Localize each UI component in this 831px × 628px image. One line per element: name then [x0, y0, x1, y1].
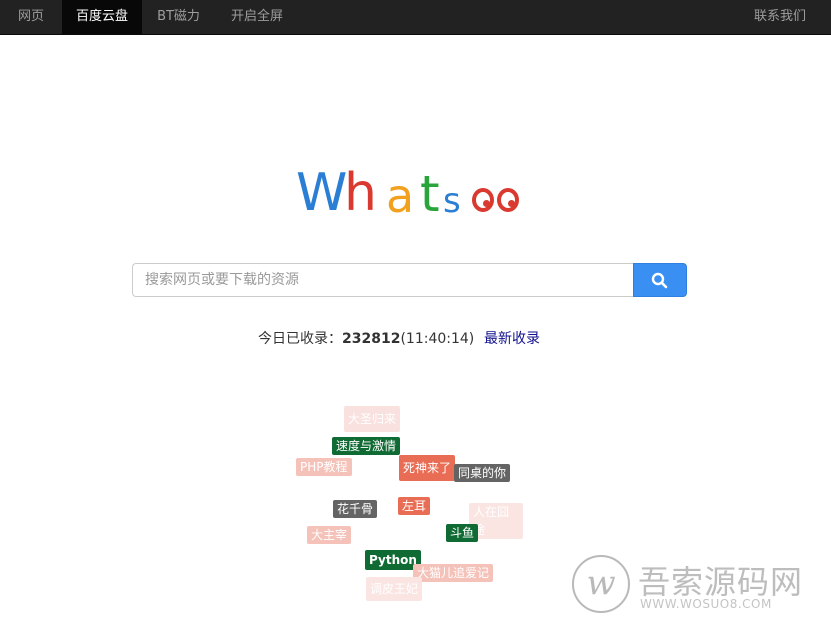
tag-item[interactable]: 死神来了 — [399, 455, 456, 481]
watermark: w 吾索源码网 WWW.WOSUO8.COM — [572, 555, 822, 615]
tag-item[interactable]: 斗鱼 — [446, 524, 479, 542]
search-button[interactable] — [633, 263, 687, 297]
watermark-url: WWW.WOSUO8.COM — [640, 597, 772, 611]
nav-item-baidu-pan[interactable]: 百度云盘 — [62, 0, 142, 34]
logo-eye-right-icon — [497, 188, 519, 212]
tag-item[interactable]: 大猫儿追爱记 — [413, 564, 494, 582]
top-navbar: 网页 百度云盘 BT磁力 开启全屏 联系我们 — [0, 0, 831, 35]
nav-item-bt-magnet[interactable]: BT磁力 — [142, 0, 215, 34]
latest-indexed-link[interactable]: 最新收录 — [484, 328, 540, 348]
search-input[interactable] — [132, 263, 633, 297]
tag-item[interactable]: 同桌的你 — [454, 464, 511, 482]
nav-item-contact[interactable]: 联系我们 — [754, 0, 806, 34]
tag-item[interactable]: PHP教程 — [296, 458, 352, 476]
logo-eye-left-icon — [472, 188, 494, 212]
logo-letter-s: s — [443, 181, 461, 221]
nav-item-fullscreen[interactable]: 开启全屏 — [215, 0, 299, 34]
site-logo: W h a t s — [296, 163, 536, 223]
tag-item[interactable]: 调皮王妃 — [366, 577, 423, 601]
logo-letter-a: a — [386, 169, 415, 223]
stats-prefix: 今日已收录： — [258, 331, 342, 347]
stats-time: (11:40:14) — [400, 331, 475, 347]
stats-count: 232812 — [342, 331, 401, 347]
tag-item[interactable]: 左耳 — [398, 497, 431, 515]
tag-item[interactable]: 大圣归来 — [344, 406, 401, 432]
logo-letter-t: t — [420, 165, 440, 223]
tag-item[interactable]: 速度与激情 — [332, 437, 401, 455]
tag-item[interactable]: 大主宰 — [307, 526, 352, 544]
watermark-logo-icon: w — [572, 555, 630, 613]
nav-item-web[interactable]: 网页 — [0, 0, 62, 34]
tag-item[interactable]: 花千骨 — [333, 500, 378, 518]
index-stats: 今日已收录：232812(11:40:14) — [258, 328, 474, 348]
logo-letter-w: W — [296, 163, 348, 223]
logo-letter-h: h — [344, 163, 377, 223]
search-icon — [651, 272, 668, 289]
